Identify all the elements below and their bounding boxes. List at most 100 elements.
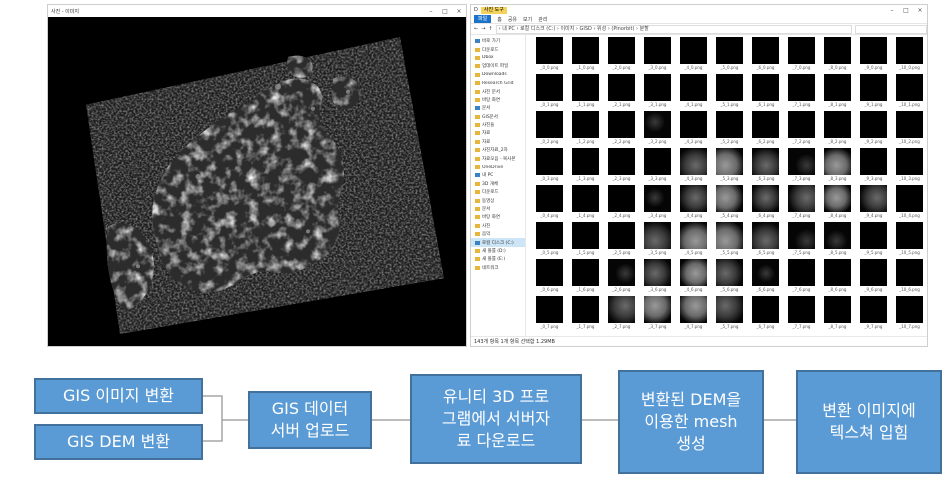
thumbnail-item[interactable]: _10_2.png [892, 111, 927, 148]
nav-item[interactable]: 음악 [471, 230, 525, 238]
thumbnail-item[interactable]: _10_6.png [892, 259, 927, 296]
thumbnail-item[interactable]: _4_2.png [676, 111, 711, 148]
thumbnail-item[interactable]: _7_7.png [784, 296, 819, 333]
thumbnail-item[interactable]: _0_6.png [532, 259, 567, 296]
thumbnail-item[interactable]: _3_7.png [640, 296, 675, 333]
ribbon-tab-file[interactable]: 파일 [474, 15, 492, 23]
ribbon-tab-home[interactable]: 홈 [497, 16, 502, 23]
thumbnail-item[interactable]: _0_3.png [532, 148, 567, 185]
nav-item[interactable]: 문서 [471, 205, 525, 213]
picture-tools-badge[interactable]: 사진 도구 [480, 6, 507, 14]
thumbnail-item[interactable]: _8_4.png [820, 185, 855, 222]
search-input[interactable] [855, 24, 927, 34]
nav-item[interactable]: GIS문서 [471, 113, 525, 121]
thumbnail-item[interactable]: _9_0.png [856, 37, 891, 74]
thumbnail-item[interactable]: _4_0.png [676, 37, 711, 74]
thumbnail-item[interactable]: _8_6.png [820, 259, 855, 296]
thumbnail-item[interactable]: _1_3.png [568, 148, 603, 185]
thumbnail-item[interactable]: _0_2.png [532, 111, 567, 148]
up-arrow-icon[interactable]: ↑ [488, 26, 492, 32]
thumbnail-item[interactable]: _6_3.png [748, 148, 783, 185]
nav-item[interactable]: 내 PC [471, 171, 525, 179]
thumbnail-item[interactable]: _8_2.png [820, 111, 855, 148]
close-button[interactable]: × [913, 5, 927, 16]
thumbnail-item[interactable]: _1_4.png [568, 185, 603, 222]
nav-item[interactable]: 동영상 [471, 196, 525, 204]
nav-item[interactable]: 자료 [471, 129, 525, 137]
thumbnail-item[interactable]: _6_4.png [748, 185, 783, 222]
nav-item[interactable]: 새 볼륨 (E:) [471, 255, 525, 263]
thumbnail-item[interactable]: _3_4.png [640, 185, 675, 222]
thumbnail-item[interactable]: _7_3.png [784, 148, 819, 185]
maximize-button[interactable]: □ [438, 6, 452, 17]
thumbnail-item[interactable]: _10_1.png [892, 74, 927, 111]
thumbnail-item[interactable]: _5_2.png [712, 111, 747, 148]
nav-item[interactable]: 사진 [471, 222, 525, 230]
thumbnail-item[interactable]: _9_2.png [856, 111, 891, 148]
address-bar[interactable]: › 내 PC › 로컬 디스크 (C:) › 이미지 › GISD › 위성 ›… [495, 24, 852, 34]
thumbnail-item[interactable]: _2_1.png [604, 74, 639, 111]
thumbnail-item[interactable]: _7_1.png [784, 74, 819, 111]
thumbnail-item[interactable]: _4_6.png [676, 259, 711, 296]
thumbnail-item[interactable]: _9_1.png [856, 74, 891, 111]
thumbnail-item[interactable]: _7_2.png [784, 111, 819, 148]
nav-item[interactable]: 사진 문서 [471, 87, 525, 95]
thumbnail-item[interactable]: _3_1.png [640, 74, 675, 111]
thumbnail-item[interactable]: _2_7.png [604, 296, 639, 333]
nav-item[interactable]: 사진들 [471, 121, 525, 129]
thumbnail-item[interactable]: _3_5.png [640, 222, 675, 259]
thumbnail-item[interactable]: _10_3.png [892, 148, 927, 185]
nav-item[interactable]: 자료 [471, 138, 525, 146]
thumbnail-item[interactable]: _2_4.png [604, 185, 639, 222]
nav-item[interactable]: Downloads [471, 71, 525, 79]
thumbnail-item[interactable]: _6_2.png [748, 111, 783, 148]
thumbnail-item[interactable]: _1_1.png [568, 74, 603, 111]
nav-item[interactable]: 3D 개체 [471, 180, 525, 188]
thumbnail-item[interactable]: _2_0.png [604, 37, 639, 74]
thumbnail-item[interactable]: _1_5.png [568, 222, 603, 259]
thumbnail-item[interactable]: _5_4.png [712, 185, 747, 222]
thumbnail-item[interactable]: _5_3.png [712, 148, 747, 185]
thumbnail-item[interactable]: _2_2.png [604, 111, 639, 148]
thumbnail-item[interactable]: _6_7.png [748, 296, 783, 333]
thumbnail-item[interactable]: _8_3.png [820, 148, 855, 185]
thumbnail-item[interactable]: _3_6.png [640, 259, 675, 296]
thumbnail-item[interactable]: _0_4.png [532, 185, 567, 222]
thumbnail-item[interactable]: _0_0.png [532, 37, 567, 74]
thumbnail-item[interactable]: _10_4.png [892, 185, 927, 222]
thumbnail-item[interactable]: _8_7.png [820, 296, 855, 333]
nav-item[interactable]: 다운로드 [471, 188, 525, 196]
nav-item[interactable]: 바로 가기 [471, 37, 525, 45]
thumbnail-item[interactable]: _5_7.png [712, 296, 747, 333]
thumbnail-item[interactable]: _8_5.png [820, 222, 855, 259]
nav-item[interactable]: 로컬 디스크 (C:) [471, 238, 525, 247]
thumbnail-item[interactable]: _7_5.png [784, 222, 819, 259]
nav-item[interactable]: 다운로드 [471, 45, 525, 53]
forward-arrow-icon[interactable]: → [481, 26, 485, 32]
ribbon-tab-share[interactable]: 공유 [508, 16, 517, 23]
nav-item[interactable]: Dbox [471, 54, 525, 62]
thumbnail-item[interactable]: _5_5.png [712, 222, 747, 259]
thumbnail-item[interactable]: _4_1.png [676, 74, 711, 111]
thumbnail-item[interactable]: _7_6.png [784, 259, 819, 296]
minimize-button[interactable]: – [885, 5, 899, 16]
thumbnail-item[interactable]: _7_4.png [784, 185, 819, 222]
thumbnail-item[interactable]: _9_4.png [856, 185, 891, 222]
thumbnail-item[interactable]: _4_7.png [676, 296, 711, 333]
ribbon-tab-manage[interactable]: 관리 [538, 16, 547, 23]
nav-item[interactable]: Research Grid [471, 79, 525, 87]
thumbnail-item[interactable]: _1_2.png [568, 111, 603, 148]
thumbnail-item[interactable]: _9_5.png [856, 222, 891, 259]
nav-item[interactable]: OneDrive [471, 163, 525, 171]
nav-item[interactable]: 문서 [471, 104, 525, 112]
thumbnail-item[interactable]: _10_7.png [892, 296, 927, 333]
thumbnail-item[interactable]: _6_5.png [748, 222, 783, 259]
thumbnail-item[interactable]: _6_1.png [748, 74, 783, 111]
thumbnail-item[interactable]: _4_3.png [676, 148, 711, 185]
thumbnail-item[interactable]: _3_3.png [640, 148, 675, 185]
thumbnail-item[interactable]: _1_7.png [568, 296, 603, 333]
thumbnail-item[interactable]: _6_0.png [748, 37, 783, 74]
thumbnail-item[interactable]: _10_5.png [892, 222, 927, 259]
thumbnail-item[interactable]: _0_5.png [532, 222, 567, 259]
minimize-button[interactable]: – [424, 6, 438, 17]
